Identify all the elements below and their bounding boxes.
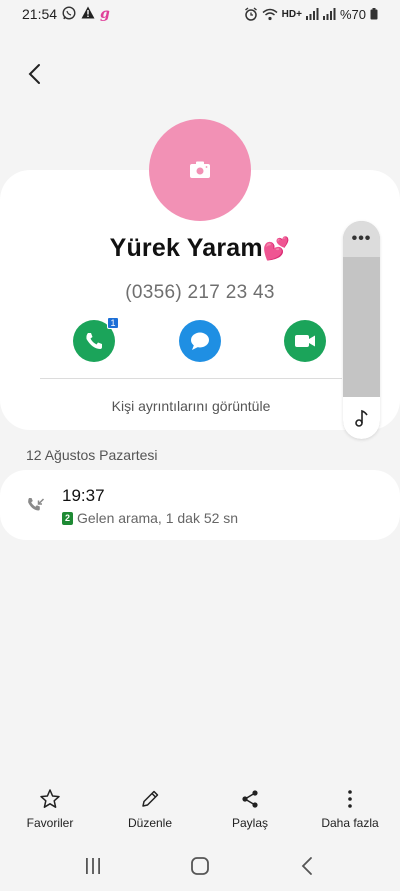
recent-apps-icon <box>86 858 101 874</box>
more-vertical-icon <box>348 790 352 808</box>
music-note-icon <box>354 409 368 427</box>
whatsapp-icon <box>62 5 76 23</box>
contact-phone-number: (0356) 217 23 43 <box>125 282 275 303</box>
edge-panel-handle[interactable]: ••• <box>343 221 380 439</box>
status-time: 21:54 <box>22 6 58 22</box>
back-button[interactable] <box>18 58 50 90</box>
status-bar-left: 21:54 g <box>22 5 110 23</box>
app-notification-icon: g <box>100 6 110 22</box>
signal-icon-2 <box>322 8 336 20</box>
edit-label: Düzenle <box>127 816 173 830</box>
warning-icon <box>81 6 95 22</box>
camera-icon <box>190 161 210 178</box>
status-bar-right: HD+ %70 <box>244 7 378 22</box>
video-call-button[interactable] <box>284 320 326 362</box>
video-camera-icon <box>295 335 315 347</box>
recent-apps-button[interactable] <box>73 851 113 881</box>
edge-panel-music-button[interactable] <box>343 397 380 439</box>
battery-percent: %70 <box>339 6 366 22</box>
call-button[interactable]: 1 <box>73 317 119 362</box>
contact-name-text: Yürek Yaram <box>109 234 263 262</box>
chevron-left-icon <box>301 857 312 875</box>
message-button[interactable] <box>179 320 221 362</box>
system-navigation-bar <box>0 848 400 884</box>
call-log-time: 19:37 <box>62 486 105 505</box>
share-label: Paylaş <box>231 816 269 830</box>
phone-icon <box>86 333 102 349</box>
home-icon <box>191 857 209 875</box>
incoming-call-icon <box>26 496 46 516</box>
call-log-entry[interactable] <box>0 470 400 540</box>
contact-avatar[interactable] <box>149 119 251 221</box>
share-icon <box>242 790 258 808</box>
nav-back-button[interactable] <box>287 851 327 881</box>
view-contact-details-link[interactable]: Kişi ayrıntılarını görüntüle <box>40 398 342 414</box>
call-log-detail-text: Gelen arama, 1 dak 52 sn <box>77 510 239 526</box>
edit-button[interactable]: Düzenle <box>100 788 200 836</box>
call-log-detail: 2 Gelen arama, 1 dak 52 sn <box>62 510 238 526</box>
share-button[interactable]: Paylaş <box>200 788 300 836</box>
more-options-button[interactable]: Daha fazla <box>300 788 400 836</box>
favorites-label: Favoriler <box>26 816 74 830</box>
signal-icon-1 <box>305 8 319 20</box>
pencil-icon <box>142 790 159 807</box>
home-button[interactable] <box>180 851 220 881</box>
edge-panel-menu-button[interactable]: ••• <box>343 221 380 257</box>
chevron-left-icon <box>28 64 40 84</box>
battery-icon <box>370 8 378 20</box>
favorites-button[interactable]: Favoriler <box>0 788 100 836</box>
star-icon <box>40 789 60 808</box>
sim-2-icon: 2 <box>62 511 73 525</box>
hearts-emoji: 💕 <box>262 236 291 261</box>
card-divider <box>40 378 342 379</box>
chat-bubble-icon <box>191 332 209 350</box>
hd-voice-icon: HD+ <box>281 8 302 20</box>
call-log-date-header: 12 Ağustos Pazartesi <box>26 447 158 463</box>
missed-call-badge: 1 <box>107 317 119 329</box>
bottom-toolbar: Favoriler Düzenle Paylaş Daha fazla <box>0 788 400 836</box>
alarm-icon <box>244 7 258 21</box>
contact-name: Yürek Yaram💕 <box>0 234 400 263</box>
more-options-label: Daha fazla <box>321 816 379 830</box>
wifi-icon <box>262 8 278 21</box>
status-bar: 21:54 g HD+ %70 <box>0 0 400 28</box>
